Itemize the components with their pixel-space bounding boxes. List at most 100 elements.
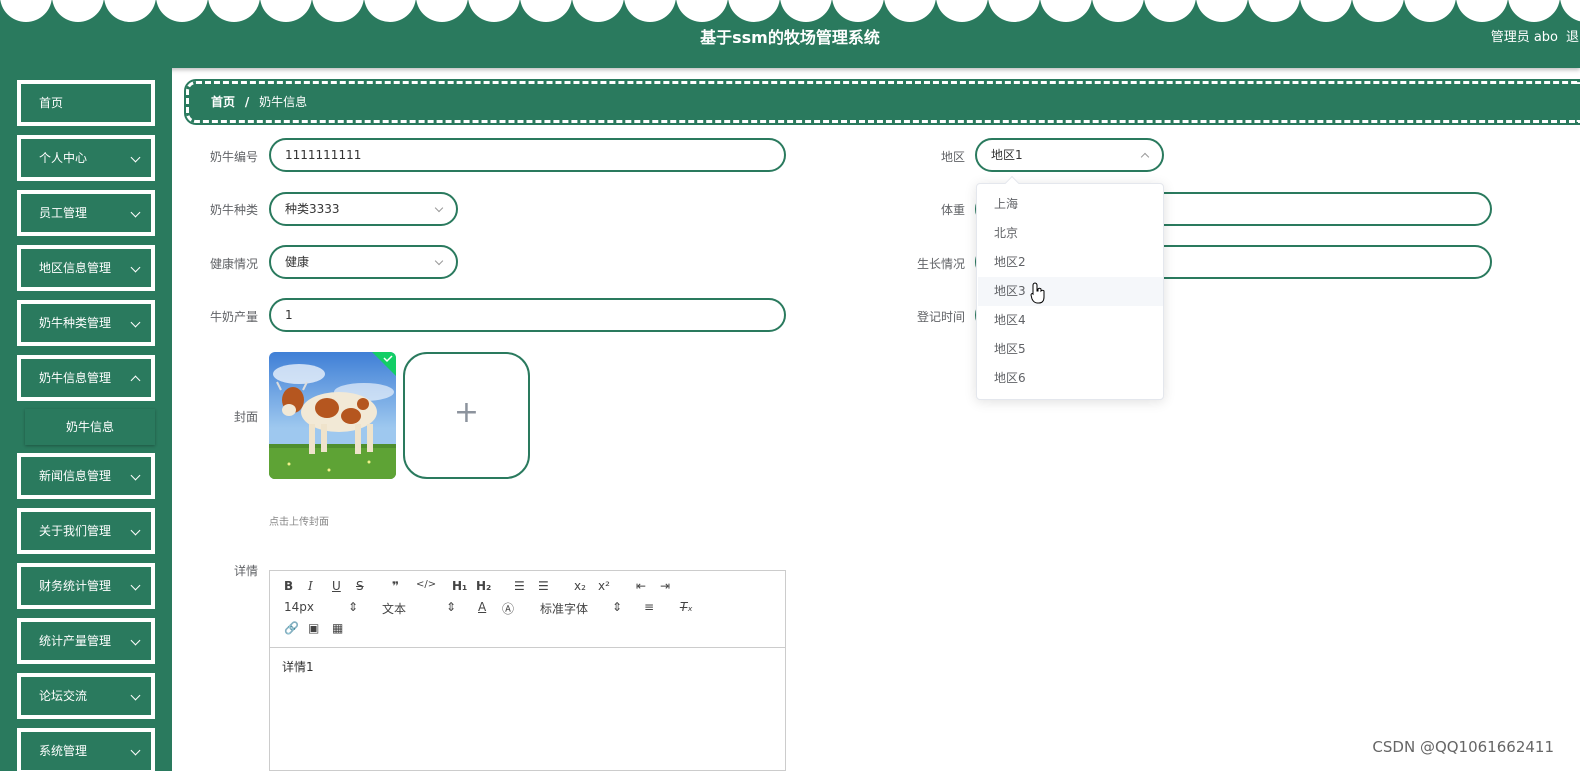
breadcrumb-separator: / [244,95,250,109]
subscript-icon[interactable]: x₂ [574,579,586,593]
header-type-select[interactable]: 文本 [382,600,406,617]
region-dropdown: 上海 北京 地区2 地区3 地区4 地区5 地区6 [976,175,1164,400]
italic-icon[interactable]: I [308,579,313,593]
scallop [416,0,468,22]
chevron-down-icon [130,207,141,218]
editor-content[interactable]: 详情1 [270,648,785,685]
cow-number-label: 奶牛编号 [209,150,258,164]
superscript-icon[interactable]: x² [598,579,610,593]
chevron-down-icon [130,152,141,163]
sidebar-item-label: 首页 [39,96,64,110]
breadcrumb-current: 奶牛信息 [259,95,308,109]
region-option[interactable]: 地区4 [978,306,1163,335]
heading2-icon[interactable]: H₂ [476,579,491,593]
bullet-list-icon[interactable]: ☰ [538,579,549,593]
region-option-hovered[interactable]: 地区3 [978,277,1163,306]
clear-format-icon[interactable]: T̶ₓ [680,600,693,614]
scallop [728,0,780,22]
sidebar-item-about[interactable]: 关于我们管理 [17,508,155,554]
region-option[interactable]: 地区2 [978,248,1163,277]
sidebar-item-cow-breed[interactable]: 奶牛种类管理 [17,300,155,346]
cover-upload-hint: 点击上传封面 [269,517,329,528]
video-icon[interactable]: ▦ [332,621,343,635]
outdent-icon[interactable]: ⇤ [636,579,646,593]
link-icon[interactable]: 🔗 [284,621,299,635]
background-color-icon[interactable]: Ⓐ [502,600,514,617]
region-select[interactable]: 地区1 [975,138,1164,172]
breed-select[interactable]: 种类3333 [269,192,458,226]
health-select[interactable]: 健康 [269,245,458,279]
underline-icon[interactable]: U [332,579,341,593]
logout-button[interactable]: 退出登录 [1566,26,1580,45]
font-size-select[interactable]: 14px [284,600,314,614]
scallop [156,0,208,22]
milk-output-value: 1 [285,308,293,322]
font-color-icon[interactable]: A [478,600,486,614]
chevron-down-icon [130,690,141,701]
chevron-down-icon [130,580,141,591]
sidebar-item-region[interactable]: 地区信息管理 [17,245,155,291]
sidebar-item-production[interactable]: 统计产量管理 [17,618,155,664]
code-block-icon[interactable]: </> [416,579,436,590]
sidebar-item-staff[interactable]: 员工管理 [17,190,155,236]
editor-toolbar: B I U S ❞ </> H₁ H₂ ☰ ☰ x₂ x² ⇤ ⇥ 14px ⇕… [270,571,785,648]
chevron-down-icon [130,635,141,646]
ordered-list-icon[interactable]: ☰ [514,579,525,593]
chevron-down-icon [130,470,141,481]
region-option[interactable]: 地区6 [978,364,1163,393]
region-option[interactable]: 北京 [978,219,1163,248]
scallop [572,0,624,22]
upload-cover-button[interactable]: + [403,352,530,479]
scallop [1404,0,1456,22]
breadcrumb-home[interactable]: 首页 [211,95,235,109]
sidebar-item-label: 关于我们管理 [39,524,112,538]
scallop [676,0,728,22]
sidebar-item-home[interactable]: 首页 [17,80,155,126]
sidebar-item-label: 论坛交流 [39,689,88,703]
chevron-down-icon [130,317,141,328]
scallop [1040,0,1092,22]
sidebar-item-finance[interactable]: 财务统计管理 [17,563,155,609]
bold-icon[interactable]: B [284,579,293,593]
cover-image-cow[interactable] [269,352,396,479]
cow-number-input[interactable]: 1111111111 [269,138,786,172]
strike-icon[interactable]: S [356,579,364,593]
align-icon[interactable]: ≡ [644,600,654,614]
font-size-arrows-icon: ⇕ [348,600,359,614]
heading1-icon[interactable]: H₁ [452,579,467,593]
submenu-item-cow-info[interactable]: 奶牛信息 [25,409,155,445]
chevron-down-icon [130,525,141,536]
scallop [832,0,884,22]
sidebar-item-news[interactable]: 新闻信息管理 [17,453,155,499]
image-icon[interactable]: ▣ [308,621,319,635]
breadcrumb: 首页 / 奶牛信息 [184,79,1580,125]
blockquote-icon[interactable]: ❞ [392,579,399,593]
region-option[interactable]: 上海 [978,190,1163,219]
sidebar-item-label: 地区信息管理 [39,261,112,275]
sidebar-item-system[interactable]: 系统管理 [17,728,155,771]
rich-text-editor: B I U S ❞ </> H₁ H₂ ☰ ☰ x₂ x² ⇤ ⇥ 14px ⇕… [269,570,786,771]
watermark: CSDN @QQ1061662411 [1372,738,1554,756]
scallop [884,0,936,22]
sidebar-item-cow-info[interactable]: 奶牛信息管理 [17,355,155,401]
current-user: 管理员 abo [1490,30,1558,45]
chevron-up-icon [130,375,141,386]
sidebar-item-label: 员工管理 [39,206,88,220]
scallop [364,0,416,22]
sidebar-item-label: 统计产量管理 [39,634,112,648]
milk-output-input[interactable]: 1 [269,298,786,332]
scallop [1092,0,1144,22]
sidebar-item-label: 个人中心 [39,151,88,165]
scallop [1300,0,1352,22]
health-select-value: 健康 [285,255,310,269]
font-family-select[interactable]: 标准字体 [540,600,588,617]
indent-icon[interactable]: ⇥ [660,579,670,593]
scallop [468,0,520,22]
scallop [1196,0,1248,22]
sidebar-item-personal-center[interactable]: 个人中心 [17,135,155,181]
register-time-label: 登记时间 [916,310,965,324]
region-option[interactable]: 地区5 [978,335,1163,364]
region-select-value: 地区1 [991,148,1023,162]
sidebar-item-forum[interactable]: 论坛交流 [17,673,155,719]
scallop [1560,0,1580,22]
